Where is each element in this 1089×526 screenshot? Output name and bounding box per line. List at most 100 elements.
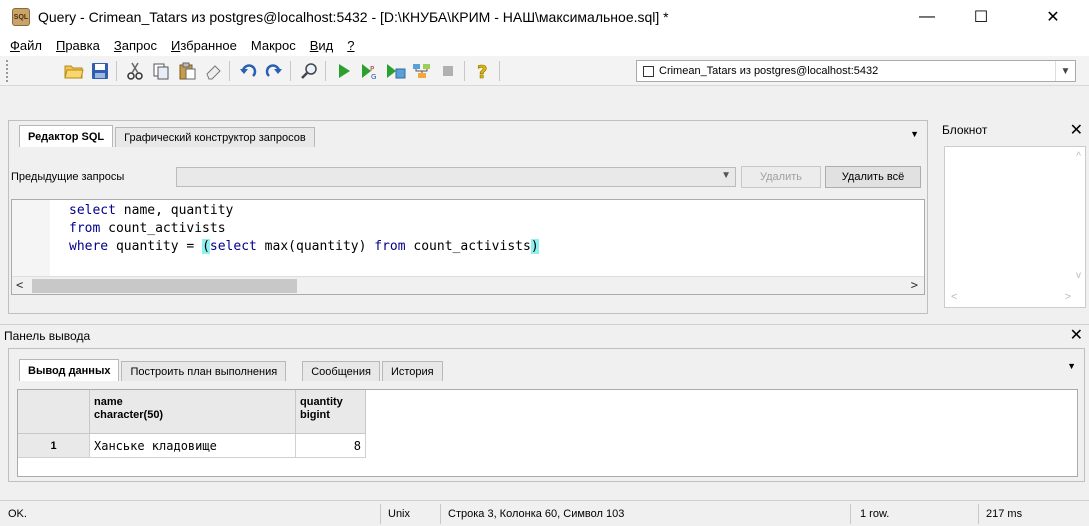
keyword-from: from — [69, 221, 101, 236]
column-header-quantity[interactable]: quantity bigint — [296, 390, 366, 434]
chevron-down-icon: ▼ — [721, 170, 731, 181]
scroll-left-icon[interactable]: < — [16, 278, 23, 292]
close-icon[interactable]: ✕ — [1070, 120, 1083, 140]
keyword-select: select — [69, 203, 116, 218]
column-name: name — [94, 396, 123, 408]
maximize-button[interactable]: ☐ — [958, 0, 1004, 34]
previous-queries-select[interactable]: ▼ — [176, 167, 736, 187]
code-text: quantity = — [108, 239, 203, 254]
save-button[interactable] — [88, 59, 112, 83]
tab-data-output[interactable]: Вывод данных — [19, 359, 120, 381]
column-type: character(50) — [94, 409, 164, 421]
cancel-query-button[interactable] — [436, 59, 460, 83]
stop-icon — [443, 65, 453, 76]
previous-queries-row: Предыдущие запросы ▼ Удалить Удалить всё — [9, 165, 927, 189]
tab-sql-editor[interactable]: Редактор SQL — [19, 125, 114, 147]
explain-icon — [413, 63, 430, 78]
grid-corner[interactable] — [18, 390, 90, 434]
close-window-button[interactable]: ✕ — [1030, 0, 1076, 34]
menu-help-mnemonic: ? — [347, 37, 355, 53]
tab-messages[interactable]: Сообщения — [302, 361, 380, 381]
result-grid[interactable]: name character(50) quantity bigint 1 Хансь… — [17, 389, 1078, 477]
panel-menu-icon[interactable]: ▼ — [1067, 361, 1076, 371]
menu-bar: Файл Правка Запрос Избранное Макрос Вид … — [0, 34, 1089, 56]
scroll-left-icon[interactable]: < — [951, 291, 957, 303]
chevron-down-icon[interactable]: ▼ — [1055, 61, 1075, 81]
clear-button[interactable] — [201, 59, 225, 83]
code-text: max(quantity) — [256, 239, 375, 254]
output-tabs: Вывод данных Построить план выполнения С… — [19, 357, 445, 381]
keyword-from: from — [374, 239, 406, 254]
tab-history[interactable]: История — [381, 361, 443, 381]
table-cell-name[interactable]: Ханське кладовище — [90, 434, 296, 458]
open-file-button[interactable] — [62, 59, 86, 83]
undo-button[interactable] — [236, 59, 260, 83]
panel-menu-icon[interactable]: ▼ — [910, 129, 919, 139]
redo-button[interactable] — [262, 59, 286, 83]
minimize-button[interactable]: — — [904, 0, 950, 34]
column-type: bigint — [300, 409, 330, 421]
menu-file[interactable]: Файл — [8, 38, 44, 53]
menu-query[interactable]: Запрос — [112, 38, 159, 53]
connection-value: Crimean_Tatars из postgres@localhost:543… — [659, 65, 879, 77]
scroll-down-icon[interactable]: v — [1076, 270, 1081, 281]
status-separator — [978, 504, 979, 524]
delete-all-button[interactable]: Удалить всё — [825, 166, 921, 188]
menu-favourites-mnemonic: И — [170, 37, 181, 53]
toolbar-separator — [325, 60, 326, 81]
close-icon[interactable]: ✕ — [1070, 325, 1083, 345]
status-text: OK. — [8, 508, 27, 520]
scrollbar-thumb[interactable] — [32, 279, 297, 293]
cut-button[interactable] — [123, 59, 147, 83]
status-bar: OK. Unix Строка 3, Колонка 60, Символ 10… — [0, 500, 1089, 526]
tab-explain[interactable]: Построить план выполнения — [121, 361, 287, 381]
output-pane: Вывод данных Построить план выполнения С… — [8, 348, 1085, 482]
code-text: count_activists — [405, 239, 531, 254]
table-cell-quantity[interactable]: 8 — [296, 434, 366, 458]
menu-favourites[interactable]: Избранное — [169, 38, 239, 53]
notepad-title: Блокнот — [942, 123, 988, 137]
delete-button[interactable]: Удалить — [741, 166, 821, 188]
folder-icon — [64, 65, 84, 78]
execute-button[interactable] — [332, 59, 356, 83]
code-line-2: from count_activists — [69, 220, 226, 238]
editor-horizontal-scrollbar[interactable]: < > — [12, 276, 924, 294]
copy-icon — [153, 63, 169, 79]
row-header[interactable]: 1 — [18, 434, 90, 458]
menu-edit[interactable]: Правка — [54, 38, 102, 53]
menu-view-label: ид — [318, 37, 334, 53]
save-icon — [92, 62, 108, 79]
scissors-icon — [127, 62, 143, 80]
pgadmin-app-icon: SQL — [12, 8, 30, 26]
find-button[interactable] — [297, 59, 321, 83]
menu-macros[interactable]: Макрос — [249, 38, 298, 53]
sql-code-editor[interactable]: select name, quantity from count_activis… — [11, 199, 925, 295]
scroll-right-icon[interactable]: > — [911, 278, 918, 292]
svg-text:G: G — [371, 73, 376, 80]
play-pgscript-icon: PG — [362, 63, 376, 80]
menu-edit-label: равка — [65, 37, 100, 53]
execute-pgscript-button[interactable]: PG — [358, 59, 382, 83]
menu-help[interactable]: ? — [345, 38, 356, 53]
column-header-name[interactable]: name character(50) — [90, 390, 296, 434]
status-separator — [850, 504, 851, 524]
connection-select[interactable]: Crimean_Tatars из postgres@localhost:543… — [636, 60, 1076, 82]
help-button[interactable]: ? — [471, 59, 495, 83]
menu-view[interactable]: Вид — [308, 38, 336, 53]
tab-graphical-query-builder[interactable]: Графический конструктор запросов — [115, 127, 315, 147]
explain-button[interactable] — [410, 59, 434, 83]
toolbar-grip[interactable] — [6, 59, 10, 82]
notepad-text-area[interactable]: ^ v < > — [944, 146, 1086, 308]
scroll-up-icon[interactable]: ^ — [1076, 151, 1081, 162]
output-pane-title: Панель вывода — [4, 329, 91, 343]
paste-button[interactable] — [175, 59, 199, 83]
toolbar-separator — [464, 60, 465, 81]
toolbar-separator — [499, 60, 500, 81]
execute-to-file-button[interactable] — [384, 59, 408, 83]
scroll-right-icon[interactable]: > — [1065, 291, 1071, 303]
connection-checkbox[interactable] — [643, 65, 654, 77]
menu-file-mnemonic: Ф — [10, 37, 20, 53]
title-bar: SQL Query - Crimean_Tatars из postgres@l… — [0, 0, 1089, 34]
copy-button[interactable] — [149, 59, 173, 83]
status-separator — [380, 504, 381, 524]
